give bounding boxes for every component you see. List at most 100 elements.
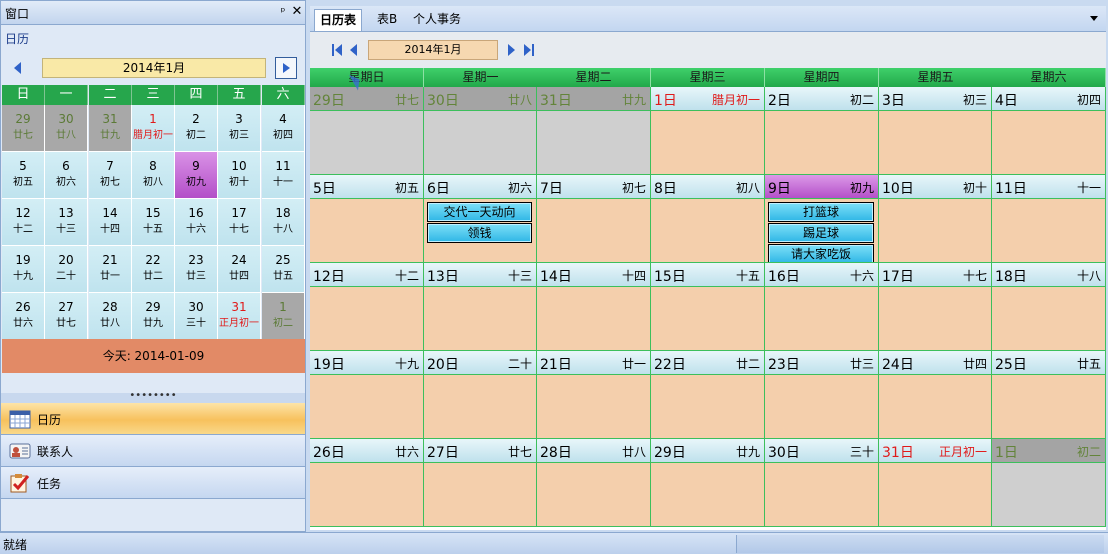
mini-day-number: 27 xyxy=(58,300,74,314)
next-month-icon[interactable] xyxy=(508,44,515,56)
mini-day-cell[interactable]: 8 初八 xyxy=(132,152,175,199)
day-cell[interactable]: 21日 廿一 xyxy=(537,351,651,439)
mini-day-cell[interactable]: 1 初二 xyxy=(262,293,305,340)
mini-day-cell[interactable]: 29 廿九 xyxy=(132,293,175,340)
mini-day-cell[interactable]: 31 正月初一 xyxy=(218,293,261,340)
lunar-date: 十五 xyxy=(735,269,760,283)
mini-day-cell[interactable]: 1 腊月初一 xyxy=(132,105,175,152)
mini-day-cell[interactable]: 30 廿八 xyxy=(45,105,88,152)
mini-day-cell[interactable]: 2 初二 xyxy=(175,105,218,152)
day-cell[interactable]: 29日 廿七 xyxy=(310,87,424,175)
mini-day-cell[interactable]: 31 廿九 xyxy=(89,105,132,152)
day-cell[interactable]: 16日 十六 xyxy=(765,263,879,351)
mini-day-cell[interactable]: 22 廿二 xyxy=(132,246,175,293)
day-cell[interactable]: 9日 初九 打篮球 踢足球 请大家吃饭 xyxy=(765,175,879,263)
prev-month-icon[interactable] xyxy=(350,44,357,56)
calendar-event[interactable]: 领钱 xyxy=(427,223,532,243)
mini-day-cell[interactable]: 11 十一 xyxy=(262,152,305,199)
mini-next-month-button[interactable] xyxy=(275,57,297,79)
tab-b[interactable]: 表B xyxy=(372,9,402,31)
tab-dropdown-icon[interactable] xyxy=(1090,16,1098,21)
day-cell[interactable]: 12日 十二 xyxy=(310,263,424,351)
day-cell[interactable]: 30日 三十 xyxy=(765,439,879,527)
day-cell[interactable]: 31日 正月初一 xyxy=(879,439,992,527)
day-cell[interactable]: 26日 廿六 xyxy=(310,439,424,527)
mini-day-cell[interactable]: 26 廿六 xyxy=(2,293,45,340)
day-cell[interactable]: 15日 十五 xyxy=(651,263,765,351)
first-page-icon[interactable] xyxy=(332,44,344,56)
day-header: 29日 廿九 xyxy=(651,439,764,463)
calendar-event[interactable]: 请大家吃饭 xyxy=(768,244,874,262)
last-page-icon[interactable] xyxy=(524,44,536,56)
day-header: 27日 廿七 xyxy=(424,439,536,463)
day-cell[interactable]: 24日 廿四 xyxy=(879,351,992,439)
nav-button-tasks[interactable]: 任务 xyxy=(1,467,305,499)
day-cell[interactable]: 27日 廿七 xyxy=(424,439,537,527)
day-cell[interactable]: 13日 十三 xyxy=(424,263,537,351)
mini-day-cell[interactable]: 28 廿八 xyxy=(89,293,132,340)
mini-day-cell[interactable]: 17 十七 xyxy=(218,199,261,246)
day-cell[interactable]: 5日 初五 xyxy=(310,175,424,263)
mini-day-cell[interactable]: 9 初九 xyxy=(175,152,218,199)
day-cell[interactable]: 30日 廿八 xyxy=(424,87,537,175)
mini-day-cell[interactable]: 24 廿四 xyxy=(218,246,261,293)
calendar-event[interactable]: 交代一天动向 xyxy=(427,202,532,222)
mini-day-cell[interactable]: 14 十四 xyxy=(89,199,132,246)
day-number: 19日 xyxy=(313,357,345,373)
mini-day-cell[interactable]: 18 十八 xyxy=(262,199,305,246)
mini-day-cell[interactable]: 29 廿七 xyxy=(2,105,45,152)
day-cell[interactable]: 28日 廿八 xyxy=(537,439,651,527)
day-cell[interactable]: 8日 初八 xyxy=(651,175,765,263)
day-cell[interactable]: 29日 廿九 xyxy=(651,439,765,527)
day-cell[interactable]: 14日 十四 xyxy=(537,263,651,351)
calendar-event[interactable]: 打篮球 xyxy=(768,202,874,222)
mini-day-cell[interactable]: 27 廿七 xyxy=(45,293,88,340)
mini-day-cell[interactable]: 10 初十 xyxy=(218,152,261,199)
day-cell[interactable]: 4日 初四 xyxy=(992,87,1106,175)
calendar-event[interactable]: 踢足球 xyxy=(768,223,874,243)
day-number: 1日 xyxy=(654,93,677,109)
day-cell[interactable]: 6日 初六 交代一天动向 领钱 xyxy=(424,175,537,263)
day-cell[interactable]: 20日 二十 xyxy=(424,351,537,439)
day-cell[interactable]: 1日 初二 xyxy=(992,439,1106,527)
mini-day-cell[interactable]: 20 二十 xyxy=(45,246,88,293)
mini-day-cell[interactable]: 16 十六 xyxy=(175,199,218,246)
day-cell[interactable]: 2日 初二 xyxy=(765,87,879,175)
mini-day-cell[interactable]: 19 十九 xyxy=(2,246,45,293)
day-cell[interactable]: 17日 十七 xyxy=(879,263,992,351)
mini-prev-month-icon[interactable] xyxy=(14,62,21,74)
mini-day-cell[interactable]: 15 十五 xyxy=(132,199,175,246)
day-cell[interactable]: 23日 廿三 xyxy=(765,351,879,439)
panel-title-bar: 窗口 ᵖ ✕ xyxy=(1,1,305,25)
day-cell[interactable]: 11日 十一 xyxy=(992,175,1106,263)
day-cell[interactable]: 31日 廿九 xyxy=(537,87,651,175)
day-cell[interactable]: 22日 廿二 xyxy=(651,351,765,439)
day-cell[interactable]: 10日 初十 xyxy=(879,175,992,263)
day-cell[interactable]: 3日 初三 xyxy=(879,87,992,175)
today-button[interactable]: 今天: 2014-01-09 xyxy=(2,339,305,373)
mini-day-cell[interactable]: 13 十三 xyxy=(45,199,88,246)
mini-day-cell[interactable]: 3 初三 xyxy=(218,105,261,152)
panel-splitter[interactable]: •••••••• xyxy=(1,391,305,403)
nav-button-contacts[interactable]: 联系人 xyxy=(1,435,305,467)
tab-personal-affairs[interactable]: 个人事务 xyxy=(408,9,466,31)
day-cell[interactable]: 19日 十九 xyxy=(310,351,424,439)
tab-calendar[interactable]: 日历表 xyxy=(314,9,363,31)
day-cell[interactable]: 7日 初七 xyxy=(537,175,651,263)
close-icon[interactable]: ✕ xyxy=(289,4,305,20)
day-cell[interactable]: 18日 十八 xyxy=(992,263,1106,351)
day-cell[interactable]: 25日 廿五 xyxy=(992,351,1106,439)
mini-day-cell[interactable]: 12 十二 xyxy=(2,199,45,246)
mini-day-cell[interactable]: 23 廿三 xyxy=(175,246,218,293)
mini-day-cell[interactable]: 21 廿一 xyxy=(89,246,132,293)
mini-day-cell[interactable]: 6 初六 xyxy=(45,152,88,199)
nav-button-calendar[interactable]: 日历 xyxy=(1,403,305,435)
main-month-title: 2014年1月 xyxy=(368,40,498,60)
mini-day-cell[interactable]: 25 廿五 xyxy=(262,246,305,293)
mini-day-cell[interactable]: 4 初四 xyxy=(262,105,305,152)
mini-day-cell[interactable]: 7 初七 xyxy=(89,152,132,199)
mini-day-cell[interactable]: 5 初五 xyxy=(2,152,45,199)
mini-day-cell[interactable]: 30 三十 xyxy=(175,293,218,340)
day-cell[interactable]: 1日 腊月初一 xyxy=(651,87,765,175)
mini-day-number: 26 xyxy=(15,300,31,314)
